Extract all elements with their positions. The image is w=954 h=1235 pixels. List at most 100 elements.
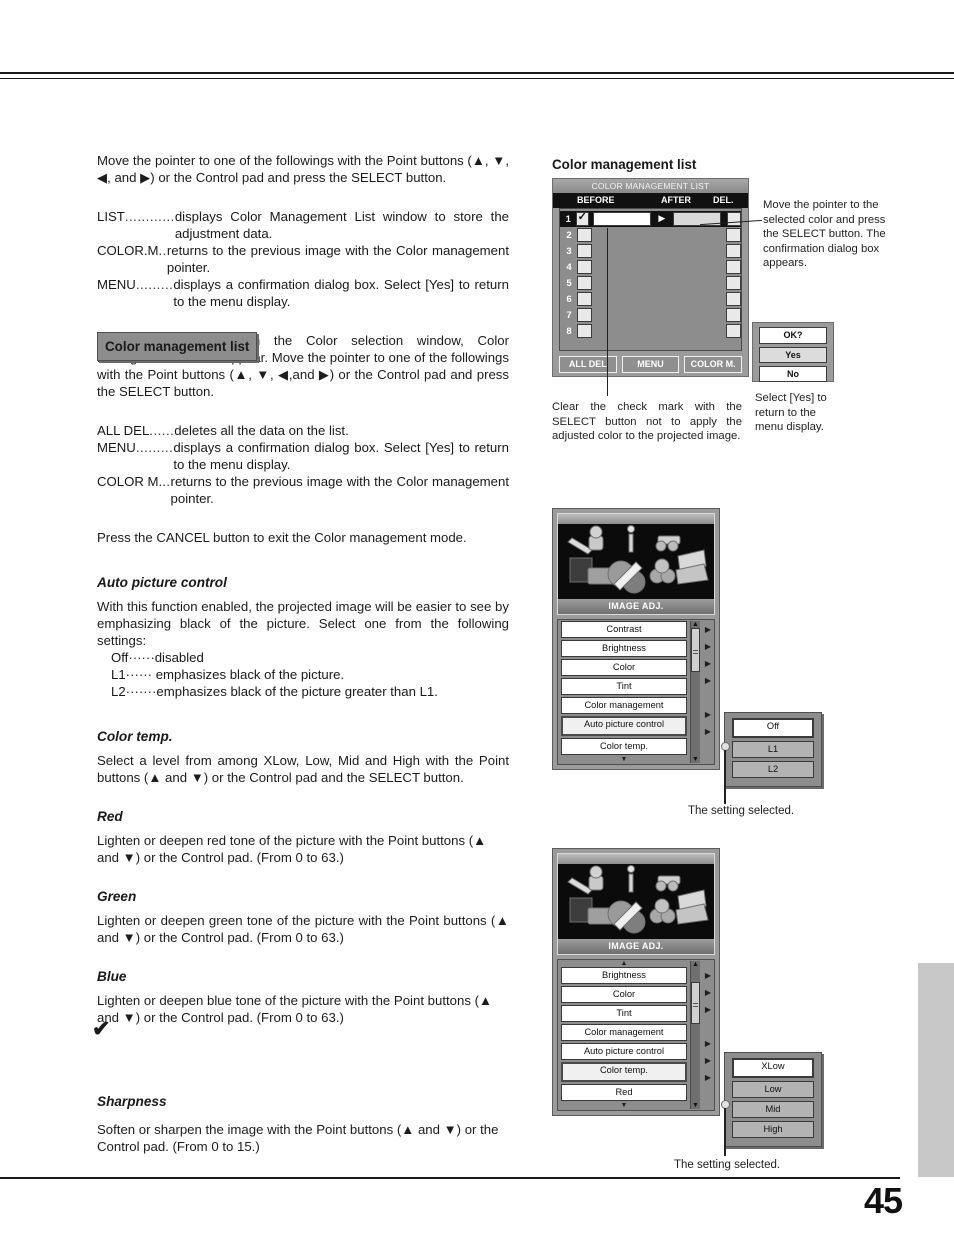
sharpness-section: Sharpness Soften or sharpen the image wi… bbox=[97, 1093, 509, 1155]
table-row[interactable]: 7 bbox=[560, 307, 741, 323]
color-management-list-window[interactable]: COLOR MANAGEMENT LIST BEFORE AFTER DEL. … bbox=[552, 178, 749, 377]
submenu-color-temp[interactable]: XLow Low Mid High bbox=[724, 1052, 822, 1147]
menu-icon-row bbox=[567, 525, 709, 594]
row-delete-checkbox[interactable] bbox=[726, 308, 741, 322]
cml-rows: 1 ✓ ▶ 2 3 4 5 6 7 8 bbox=[559, 208, 742, 351]
row-delete-checkbox[interactable] bbox=[726, 276, 741, 290]
footer-rule bbox=[0, 1177, 900, 1179]
row-index: 8 bbox=[566, 325, 572, 337]
row-index: 3 bbox=[566, 245, 572, 257]
row-delete-checkbox[interactable] bbox=[726, 260, 741, 274]
menu-item-red[interactable]: Red bbox=[561, 1084, 687, 1101]
menu-item-color-management[interactable]: Color management bbox=[561, 697, 687, 714]
color-m-button[interactable]: COLOR M. bbox=[684, 356, 743, 373]
scroll-down-arrow-icon[interactable]: ▼ bbox=[692, 756, 699, 763]
osd-image-adj-color-temp[interactable]: IMAGE ADJ. ▲ Brightness Color Tint Color… bbox=[552, 848, 720, 1116]
osd-menu-items: Contrast Brightness Color Tint Color man… bbox=[558, 621, 690, 763]
note-clear-check-mark: Clear the check mark with the SELECT but… bbox=[552, 401, 742, 442]
section-heading-color-management-list: Color management list bbox=[97, 332, 258, 361]
row-delete-checkbox[interactable] bbox=[726, 324, 741, 338]
row-delete-checkbox[interactable] bbox=[726, 244, 741, 258]
option-desc: emphasizes black of the picture greater … bbox=[156, 684, 438, 699]
menu-item-auto-picture-control[interactable]: Auto picture control bbox=[561, 716, 687, 736]
dialog-yes-button[interactable]: Yes bbox=[759, 347, 827, 363]
table-row[interactable]: 4 bbox=[560, 259, 741, 275]
table-row[interactable]: 8 bbox=[560, 323, 741, 339]
cml-title-bar: COLOR MANAGEMENT LIST bbox=[553, 179, 748, 193]
scrollbar[interactable]: ▲ ▼ bbox=[690, 961, 700, 1109]
menu-item-tint[interactable]: Tint bbox=[561, 1005, 687, 1022]
row-checkbox[interactable] bbox=[577, 324, 592, 338]
column-header-after: AFTER bbox=[661, 195, 691, 205]
submenu-item-l2[interactable]: L2 bbox=[732, 761, 814, 778]
submenu-auto-picture-control[interactable]: Off L1 L2 bbox=[724, 712, 822, 787]
osd-menu-title: IMAGE ADJ. bbox=[558, 939, 714, 954]
color-temp-body: Select a level from among XLow, Low, Mid… bbox=[97, 753, 509, 785]
menu-button[interactable]: MENU bbox=[621, 356, 680, 373]
row-checkbox[interactable] bbox=[577, 276, 592, 290]
menu-item-brightness[interactable]: Brightness bbox=[561, 967, 687, 984]
menu-item-auto-picture-control[interactable]: Auto picture control bbox=[561, 1043, 687, 1060]
menu-item-brightness[interactable]: Brightness bbox=[561, 640, 687, 657]
row-checkbox[interactable] bbox=[577, 292, 592, 306]
menu-item-contrast[interactable]: Contrast bbox=[561, 621, 687, 638]
menu-item-color[interactable]: Color bbox=[561, 659, 687, 676]
row-index: 5 bbox=[566, 277, 572, 289]
all-del-button[interactable]: ALL DEL bbox=[559, 356, 617, 373]
table-row[interactable]: 6 bbox=[560, 291, 741, 307]
note-move-pointer: Move the pointer to the selected color a… bbox=[763, 199, 886, 269]
def-desc: returns to the previous image with the C… bbox=[166, 243, 509, 275]
menu-item-color[interactable]: Color bbox=[561, 986, 687, 1003]
header-rule bbox=[0, 72, 954, 79]
osd-image-adj-auto-picture[interactable]: IMAGE ADJ. Contrast Brightness Color Tin… bbox=[552, 508, 720, 770]
submenu-arrow-spacer bbox=[702, 689, 714, 706]
row-checkbox[interactable]: ✓ bbox=[575, 211, 590, 226]
red-body: Lighten or deepen red tone of the pictur… bbox=[97, 833, 487, 865]
menu-item-color-temp[interactable]: Color temp. bbox=[561, 738, 687, 755]
submenu-item-low[interactable]: Low bbox=[732, 1081, 814, 1098]
table-row[interactable]: 3 bbox=[560, 243, 741, 259]
menu-icon-row bbox=[567, 865, 709, 934]
option-off: Off······disabled bbox=[111, 649, 509, 666]
table-row[interactable]: 5 bbox=[560, 275, 741, 291]
row-delete-checkbox[interactable] bbox=[726, 228, 741, 242]
scroll-up-arrow-icon[interactable]: ▲ bbox=[692, 621, 699, 628]
scrollbar[interactable]: ▲ ▼ bbox=[690, 621, 700, 763]
note-select-yes: Select [Yes] to return to the menu displ… bbox=[755, 392, 827, 433]
confirmation-dialog[interactable]: OK? Yes No bbox=[752, 322, 834, 382]
auto-picture-control-body: With this function enabled, the projecte… bbox=[97, 599, 509, 648]
def-color-m-2: COLOR M. .. returns to the previous imag… bbox=[97, 473, 509, 507]
arrow-right-icon: ▶ bbox=[651, 212, 673, 226]
scroll-up-arrow-icon[interactable]: ▲ bbox=[692, 961, 699, 968]
scroll-down-arrow-icon[interactable]: ▼ bbox=[692, 1102, 699, 1109]
row-checkbox[interactable] bbox=[577, 308, 592, 322]
table-row[interactable]: 2 bbox=[560, 227, 741, 243]
def-dots: .. bbox=[162, 474, 171, 489]
submenu-item-off[interactable]: Off bbox=[732, 718, 814, 738]
row-delete-checkbox[interactable] bbox=[727, 212, 741, 226]
menu-item-color-management[interactable]: Color management bbox=[561, 1024, 687, 1041]
submenu-arrow-icon: ▶ bbox=[704, 1039, 712, 1048]
submenu-item-high[interactable]: High bbox=[732, 1121, 814, 1138]
row-checkbox[interactable] bbox=[577, 228, 592, 242]
scrollbar-thumb[interactable] bbox=[691, 628, 700, 672]
option-name: L1 bbox=[111, 667, 126, 682]
dialog-no-button[interactable]: No bbox=[759, 366, 827, 382]
row-checkbox[interactable] bbox=[577, 244, 592, 258]
row-delete-checkbox[interactable] bbox=[726, 292, 741, 306]
cml-buttons: ALL DEL MENU COLOR M. bbox=[553, 351, 748, 373]
osd-icon-strip: IMAGE ADJ. bbox=[557, 513, 715, 615]
submenu-item-xlow[interactable]: XLow bbox=[732, 1058, 814, 1078]
menu-item-color-temp[interactable]: Color temp. bbox=[561, 1062, 687, 1082]
submenu-arrow-icon: ▶ bbox=[704, 710, 712, 719]
leader-line bbox=[724, 1108, 726, 1156]
row-checkbox[interactable] bbox=[577, 260, 592, 274]
submenu-item-mid[interactable]: Mid bbox=[732, 1101, 814, 1118]
scrollbar-thumb[interactable] bbox=[691, 982, 700, 1024]
table-row[interactable]: 1 ✓ ▶ bbox=[560, 211, 741, 227]
menu-item-tint[interactable]: Tint bbox=[561, 678, 687, 695]
submenu-item-l1[interactable]: L1 bbox=[732, 741, 814, 758]
check-icon: ✓ bbox=[577, 211, 587, 223]
def-term: COLOR.M bbox=[97, 243, 159, 258]
row-index: 6 bbox=[566, 293, 572, 305]
